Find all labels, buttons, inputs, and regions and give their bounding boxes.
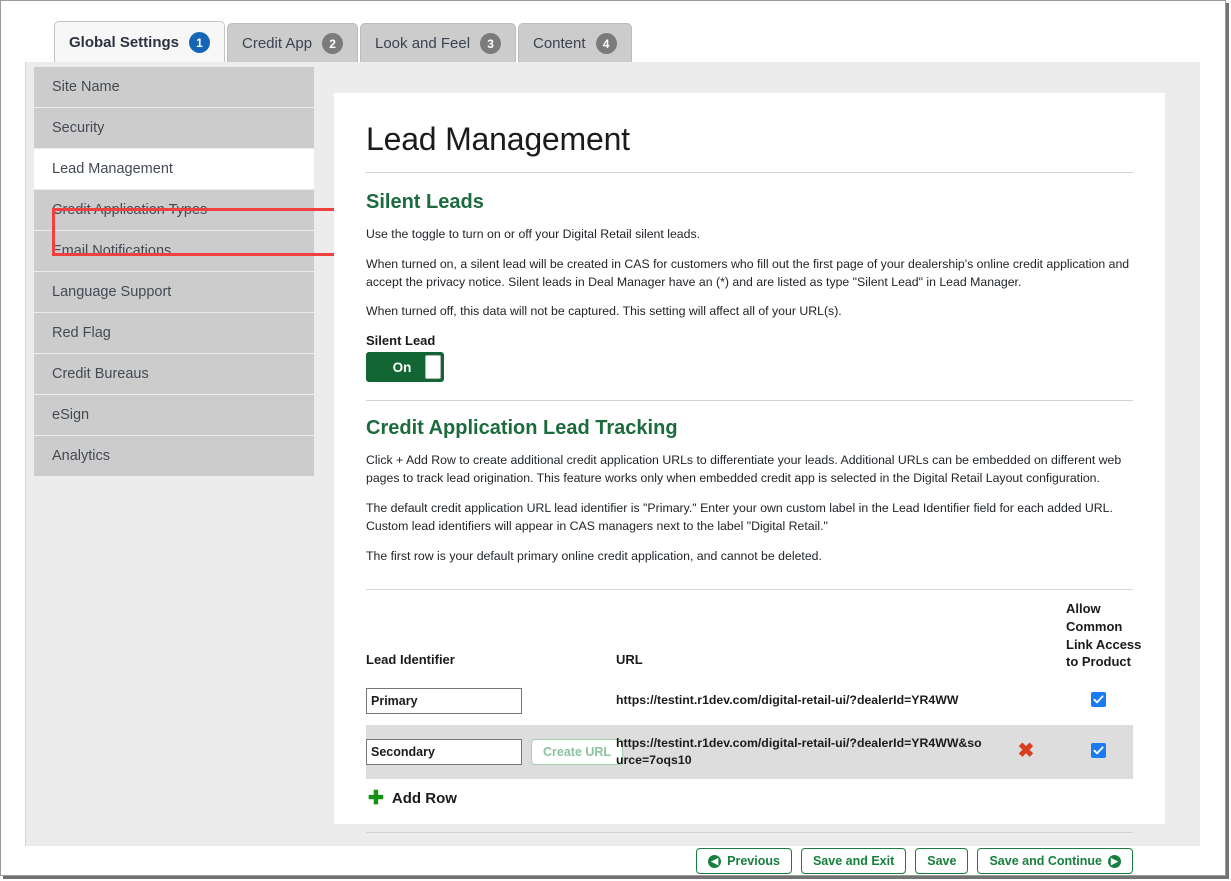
sidebar-item-label: Lead Management <box>52 161 173 177</box>
silent-leads-paragraph-3: When turned off, this data will not be c… <box>366 304 842 319</box>
save-button[interactable]: Save <box>915 848 969 875</box>
silent-leads-heading: Silent Leads <box>366 191 484 213</box>
lead-identifier-input[interactable] <box>366 738 522 765</box>
content-panel: Lead Management Silent Leads Use the tog… <box>334 93 1165 875</box>
footer-button-group: ◀ Previous Save and Exit Save Save and C… <box>366 833 1133 875</box>
arrow-left-icon: ◀ <box>708 854 722 868</box>
table-body: https://testint.r1dev.com/digital-retail… <box>366 677 1133 780</box>
lead-tracking-paragraph-3: The first row is your default primary on… <box>366 548 822 563</box>
previous-button-label: Previous <box>727 854 780 869</box>
page-title: Lead Management <box>366 121 630 157</box>
sidebar-item-label: Credit Application Types <box>52 202 208 218</box>
silent-lead-toggle-label: Silent Lead <box>366 333 436 349</box>
save-and-exit-button[interactable]: Save and Exit <box>800 848 907 875</box>
add-row-label: Add Row <box>391 790 457 808</box>
sidebar-item-email-notifications[interactable]: Email Notifications <box>34 231 314 272</box>
silent-lead-toggle[interactable]: On <box>366 352 444 383</box>
column-header-lead-identifier: Lead Identifier <box>366 651 455 667</box>
create-url-button[interactable]: Create URL <box>531 738 624 765</box>
sidebar-item-credit-application-types[interactable]: Credit Application Types <box>34 190 314 231</box>
sidebar-item-credit-bureaus[interactable]: Credit Bureaus <box>34 354 314 395</box>
arrow-right-icon: ▶ <box>1108 854 1121 868</box>
tab-credit-app[interactable]: Credit App 2 <box>227 23 359 63</box>
sidebar-item-label: Site Name <box>52 79 120 95</box>
lead-identifier-input[interactable] <box>366 687 522 714</box>
sidebar-item-analytics[interactable]: Analytics <box>34 436 314 477</box>
column-header-url: URL <box>616 651 643 667</box>
tab-badge: 4 <box>595 33 617 54</box>
tab-content[interactable]: Content 4 <box>518 23 632 63</box>
silent-leads-paragraph-2: When turned on, a silent lead will be cr… <box>366 256 1130 289</box>
tab-label: Look and Feel <box>375 35 471 52</box>
sidebar-item-site-name[interactable]: Site Name <box>34 67 314 108</box>
save-and-exit-label: Save and Exit <box>812 854 895 869</box>
add-row-button[interactable]: ✚ Add Row <box>366 779 1133 808</box>
sidebar-item-label: Email Notifications <box>52 243 172 259</box>
tab-global-settings[interactable]: Global Settings 1 <box>54 21 226 63</box>
sidebar-item-label: Security <box>52 120 105 136</box>
sidebar-item-label: Language Support <box>52 284 172 300</box>
allow-common-link-checkbox[interactable] <box>1090 742 1106 758</box>
toggle-knob[interactable] <box>425 355 441 380</box>
lead-tracking-table: Lead Identifier URL Allow Common Link Ac… <box>366 589 1141 780</box>
sidebar-item-label: Analytics <box>52 448 111 464</box>
tab-bar: Global Settings 1 Credit App 2 Look and Feel… <box>1 1 1225 63</box>
url-cell: https://testint.r1dev.com/digital-retail… <box>616 735 982 767</box>
tab-badge: 2 <box>322 33 344 54</box>
title-divider <box>366 172 1133 173</box>
tab-label: Credit App <box>242 35 313 52</box>
delete-row-x-icon[interactable]: ✖ <box>1018 741 1035 761</box>
lead-tracking-heading: Credit Application Lead Tracking <box>366 417 678 440</box>
sidebar-item-label: Credit Bureaus <box>52 366 149 382</box>
tab-label: Content <box>533 35 586 52</box>
plus-icon: ✚ <box>368 788 384 810</box>
url-cell: https://testint.r1dev.com/digital-retail… <box>616 693 959 708</box>
save-and-continue-button[interactable]: Save and Continue ▶ <box>977 848 1133 875</box>
sidebar-item-label: eSign <box>52 407 90 423</box>
tab-badge: 3 <box>480 33 502 54</box>
lead-tracking-paragraph-1: Click + Add Row to create additional cre… <box>366 453 1122 486</box>
section-divider <box>366 400 1133 402</box>
allow-common-link-cell <box>1066 691 1130 710</box>
allow-common-link-cell <box>1066 742 1130 761</box>
sidebar-item-security[interactable]: Security <box>34 108 314 149</box>
settings-sidebar: Site Name Security Lead Management Credit A… <box>34 67 314 477</box>
previous-button[interactable]: ◀ Previous <box>696 848 792 875</box>
save-and-continue-label: Save and Continue <box>989 854 1102 869</box>
table-row: https://testint.r1dev.com/digital-retail… <box>366 677 1133 725</box>
tab-look-and-feel[interactable]: Look and Feel 3 <box>360 23 517 63</box>
column-header-allow-common-link: Allow Common Link Access to Product <box>1066 601 1142 670</box>
tab-label: Global Settings <box>69 34 180 51</box>
delete-cell: ✖ <box>986 741 1066 762</box>
table-header-row: Lead Identifier URL Allow Common Link Ac… <box>366 590 1141 676</box>
lead-identifier-cell: Create URL <box>366 738 624 765</box>
sidebar-item-esign[interactable]: eSign <box>34 395 314 436</box>
sidebar-item-label: Red Flag <box>52 325 111 341</box>
save-label: Save <box>927 854 957 869</box>
lead-tracking-paragraph-2: The default credit application URL lead … <box>366 500 1113 533</box>
sidebar-item-red-flag[interactable]: Red Flag <box>34 313 314 354</box>
tab-badge: 1 <box>189 32 211 53</box>
sidebar-item-language-support[interactable]: Language Support <box>34 272 314 313</box>
table-row: Create URLhttps://testint.r1dev.com/digi… <box>366 724 1133 780</box>
silent-leads-paragraph-1: Use the toggle to turn on or off your Di… <box>366 227 701 241</box>
allow-common-link-checkbox[interactable] <box>1090 691 1106 707</box>
application-window: Global Settings 1 Credit App 2 Look and Feel… <box>0 0 1226 876</box>
lead-identifier-cell <box>366 687 616 714</box>
sidebar-item-lead-management[interactable]: Lead Management <box>34 149 314 190</box>
